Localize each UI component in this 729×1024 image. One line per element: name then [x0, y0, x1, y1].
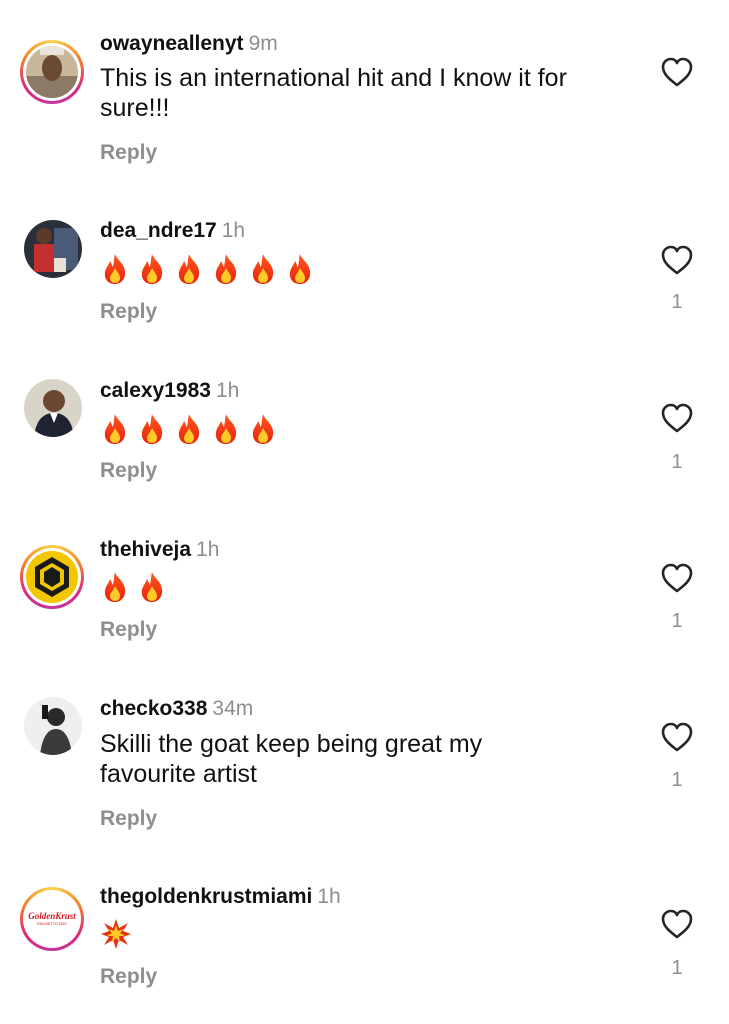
heart-outline-icon[interactable] — [660, 721, 694, 753]
comment-username[interactable]: owayneallenyt — [100, 32, 244, 55]
heart-outline-icon[interactable] — [660, 56, 694, 88]
fire-emoji-icon — [100, 413, 130, 445]
heart-outline-icon[interactable] — [660, 562, 694, 594]
avatar[interactable] — [24, 697, 82, 755]
heart-outline-icon[interactable] — [660, 908, 694, 940]
fire-emoji-icon — [174, 253, 204, 285]
emoji-row — [100, 571, 167, 603]
emoji-row — [100, 918, 132, 950]
avatar-photo — [24, 220, 82, 278]
fire-emoji-icon — [137, 253, 167, 285]
like-count[interactable]: 1 — [668, 610, 686, 633]
avatar[interactable] — [24, 220, 82, 278]
fire-emoji-icon — [100, 571, 130, 603]
reply-button[interactable]: Reply — [100, 807, 157, 831]
heart-outline-icon[interactable] — [660, 244, 694, 276]
avatar-photo — [24, 697, 82, 755]
comment-time: 9m — [248, 32, 278, 55]
reply-button[interactable]: Reply — [100, 459, 157, 483]
comment-username[interactable]: thehiveja — [100, 538, 191, 561]
brand-logo-subtext: PALMETTO BAY — [36, 921, 67, 926]
fire-emoji-icon — [137, 413, 167, 445]
reply-button[interactable]: Reply — [100, 965, 157, 989]
fire-emoji-icon — [248, 413, 278, 445]
fire-emoji-icon — [174, 413, 204, 445]
reply-button[interactable]: Reply — [100, 141, 157, 165]
fire-emoji-icon — [248, 253, 278, 285]
comment-time: 1h — [317, 885, 341, 908]
like-count[interactable]: 1 — [668, 291, 686, 314]
like-count[interactable]: 1 — [668, 957, 686, 980]
comment-username[interactable]: dea_ndre17 — [100, 219, 217, 242]
emoji-row — [100, 413, 278, 445]
fire-emoji-icon — [285, 253, 315, 285]
like-count[interactable]: 1 — [668, 769, 686, 792]
brand-logo-text: GoldenKrust — [28, 911, 76, 921]
avatar[interactable]: GoldenKrust PALMETTO BAY — [20, 887, 84, 951]
like-count[interactable]: 1 — [668, 451, 686, 474]
emoji-row — [100, 253, 315, 285]
comment-username[interactable]: thegoldenkrustmiami — [100, 885, 312, 908]
fire-emoji-icon — [211, 253, 241, 285]
reply-button[interactable]: Reply — [100, 618, 157, 642]
comment-text: Skilli the goat keep being great my favo… — [100, 730, 483, 788]
comment-text: This is an international hit and I know … — [100, 64, 567, 122]
heart-outline-icon[interactable] — [660, 402, 694, 434]
avatar[interactable] — [20, 40, 84, 104]
comment-username[interactable]: checko338 — [100, 697, 207, 720]
comment-username[interactable]: calexy1983 — [100, 379, 211, 402]
collision-emoji-icon — [101, 919, 131, 949]
comment-time: 34m — [212, 697, 254, 720]
comment-time: 1h — [196, 538, 220, 561]
fire-emoji-icon — [137, 571, 167, 603]
comment-time: 1h — [215, 379, 240, 402]
hive-logo-icon — [35, 557, 69, 597]
fire-emoji-icon — [100, 253, 130, 285]
avatar-photo — [26, 46, 78, 98]
avatar-photo — [24, 379, 82, 437]
reply-button[interactable]: Reply — [100, 300, 157, 324]
avatar[interactable] — [24, 379, 82, 437]
fire-emoji-icon — [211, 413, 241, 445]
comment-time: 1h — [221, 219, 246, 242]
avatar[interactable] — [20, 545, 84, 609]
